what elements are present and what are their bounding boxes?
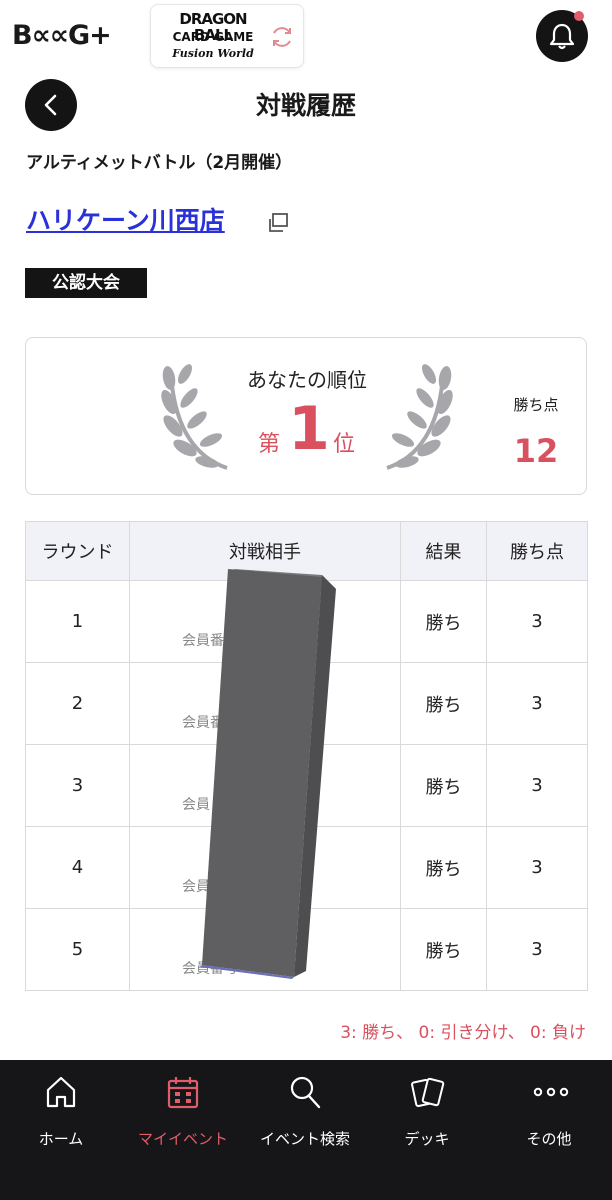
nav-event-search[interactable]: イベント検索 — [244, 1072, 366, 1162]
nav-deck-label: デッキ — [404, 1130, 450, 1148]
nav-more[interactable]: その他 — [488, 1072, 610, 1162]
result: 勝ち — [400, 580, 487, 663]
round-number: 5 — [25, 908, 130, 991]
rank-suffix: 位 — [333, 432, 356, 457]
rank-caption: あなたの順位 — [247, 368, 367, 392]
nav-home[interactable]: ホーム — [0, 1072, 122, 1162]
nav-my-events-label: マイイベント — [137, 1130, 228, 1148]
cards-icon — [411, 1077, 445, 1108]
sync-icon — [273, 27, 291, 47]
round-number: 4 — [25, 826, 130, 909]
bell-icon — [549, 23, 575, 50]
top-bar: B∝∝G+ DRAGON BALL CARD GAME Fusion World — [0, 0, 612, 72]
result: 勝ち — [400, 908, 487, 991]
calendar-icon — [167, 1077, 199, 1109]
points-value: 12 — [513, 432, 559, 470]
round-points: 3 — [486, 662, 588, 745]
nav-event-search-label: イベント検索 — [259, 1130, 350, 1148]
round-points: 3 — [486, 908, 588, 991]
brand-logo[interactable]: B∝∝G+ — [12, 18, 128, 54]
round-number: 1 — [25, 580, 130, 663]
round-points: 3 — [486, 580, 588, 663]
game-logo-tagline: Fusion World — [172, 47, 254, 60]
result: 勝ち — [400, 744, 487, 827]
store-link[interactable]: ハリケーン川西店 — [26, 202, 225, 240]
game-logo-subtitle: CARD GAME — [172, 30, 254, 44]
event-name: アルティメットバトル（2月開催） — [26, 153, 293, 173]
rank-value: 1 — [288, 394, 330, 464]
bottom-nav: ホーム マイイベント イベント検索 デッキ その他 — [0, 1060, 612, 1200]
result: 勝ち — [400, 662, 487, 745]
header-result: 結果 — [400, 521, 487, 581]
notification-dot — [574, 11, 584, 21]
external-link-icon[interactable] — [266, 211, 290, 235]
redaction-block — [200, 569, 336, 979]
points-label: 勝ち点 — [513, 396, 559, 414]
round-number: 2 — [25, 662, 130, 745]
more-icon — [533, 1087, 569, 1097]
page-title: 対戦履歴 — [255, 91, 356, 120]
header-points: 勝ち点 — [486, 521, 588, 581]
nav-home-label: ホーム — [38, 1130, 84, 1148]
round-points: 3 — [486, 744, 588, 827]
event-type-badge: 公認大会 — [25, 268, 147, 298]
rank-prefix: 第 — [258, 432, 281, 457]
game-logo-button[interactable]: DRAGON BALL CARD GAME Fusion World — [150, 4, 304, 68]
home-icon — [46, 1076, 76, 1108]
round-number: 3 — [25, 744, 130, 827]
result: 勝ち — [400, 826, 487, 909]
points-legend: 3: 勝ち、 0: 引き分け、 0: 負け — [340, 1023, 586, 1043]
rank-card: あなたの順位 第 1 位 勝ち点 12 — [25, 337, 587, 495]
round-points: 3 — [486, 826, 588, 909]
search-icon — [290, 1076, 321, 1109]
nav-more-label: その他 — [526, 1130, 572, 1148]
nav-deck[interactable]: デッキ — [366, 1072, 488, 1162]
header-round: ラウンド — [25, 521, 130, 581]
nav-my-events[interactable]: マイイベント — [122, 1072, 244, 1162]
